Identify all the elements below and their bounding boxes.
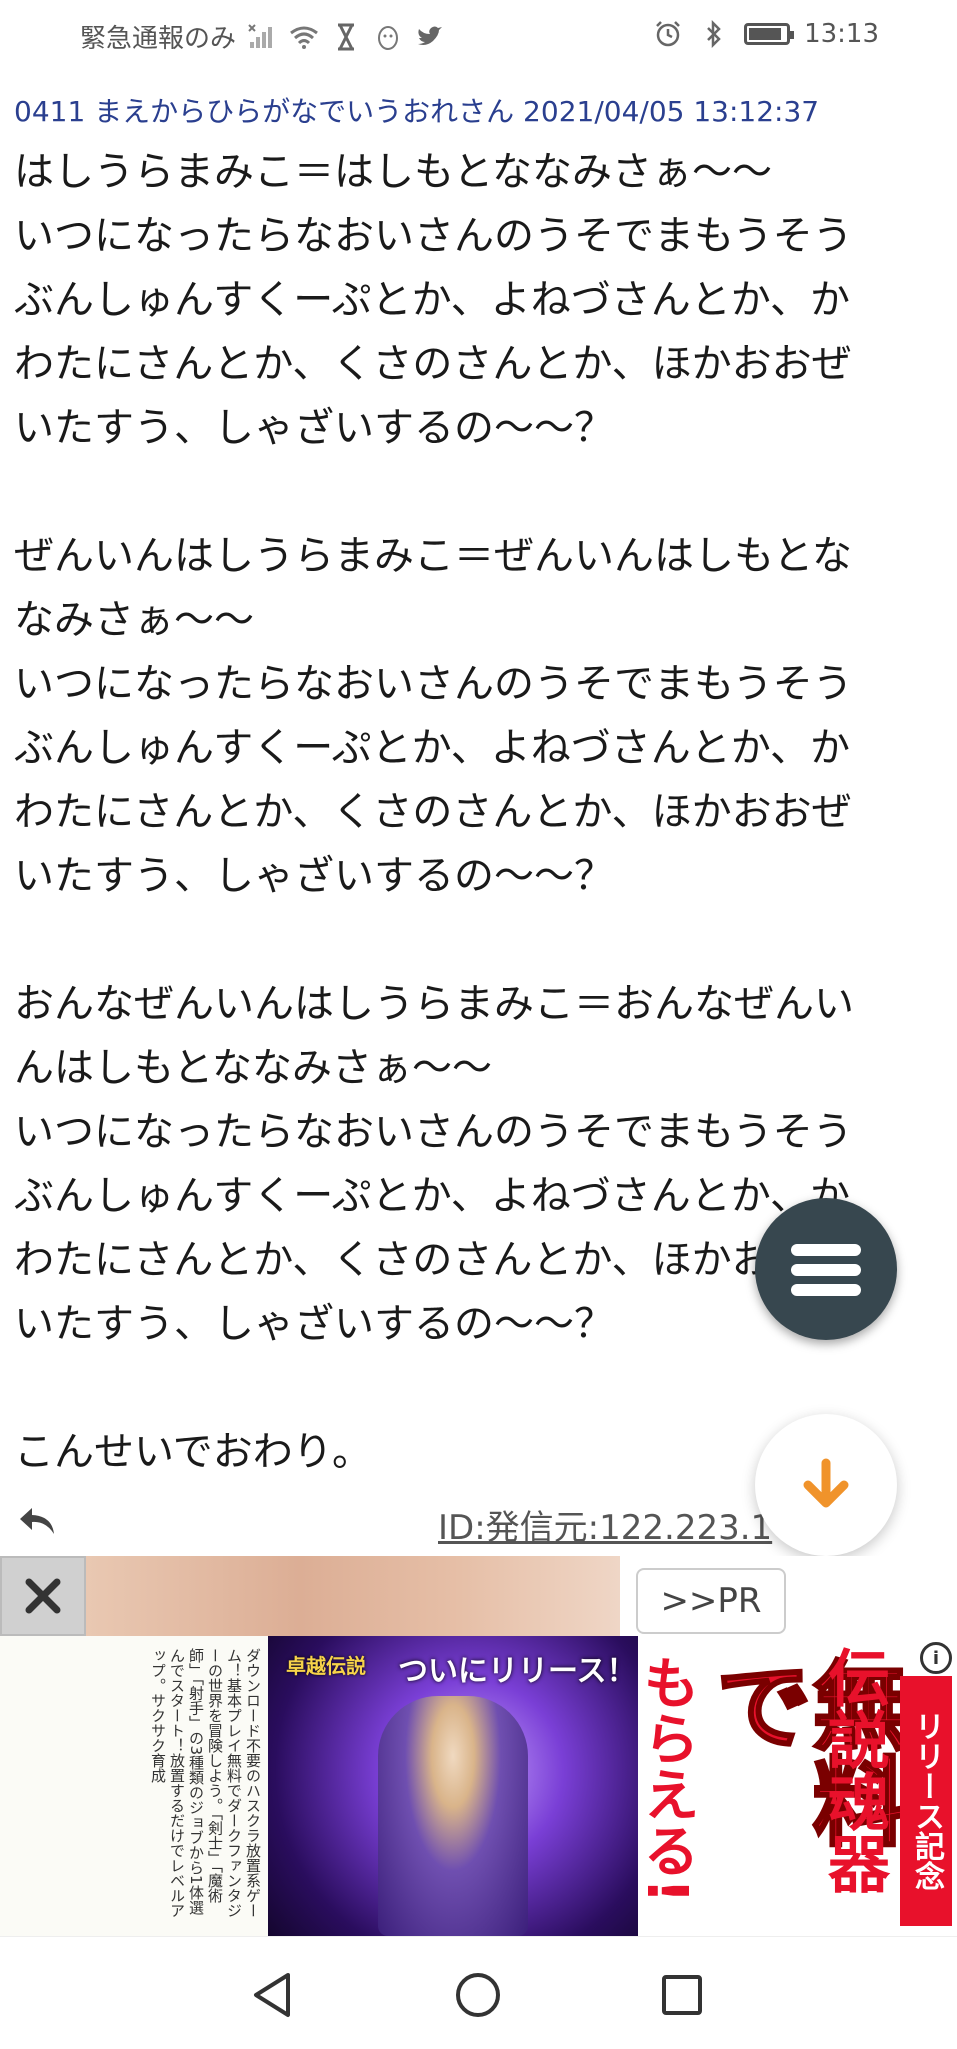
post-line: ぜんいんはしうらまみこ＝ぜんいんはしもとな bbox=[14, 533, 852, 579]
poster-id-link[interactable]: ID:発信元:122.223.1 bbox=[438, 1500, 772, 1549]
post-line: ぶんしゅんすくーぷとか、よねづさんとか、か bbox=[14, 277, 850, 323]
hamburger-icon-bar bbox=[791, 1284, 861, 1296]
reply-icon[interactable] bbox=[16, 1500, 58, 1542]
ad-banner[interactable]: ダウンロード不要のハスクラ放置系ゲーム！基本プレイ無料でダークファンタジーの世界… bbox=[0, 1636, 957, 1936]
post-line: いつになったらなおいさんのうそでまもうそう bbox=[14, 661, 853, 707]
clock-time: 13:13 bbox=[804, 19, 879, 49]
post-line: ぶんしゅんすくーぷとか、よねづさんとか、か bbox=[14, 725, 850, 771]
menu-fab-button[interactable] bbox=[755, 1198, 897, 1340]
wifi-icon bbox=[288, 21, 320, 53]
ad-commemoration-label: リリース記念 bbox=[900, 1676, 952, 1926]
ad-release-text: ついにリリース！ bbox=[398, 1654, 637, 1689]
hourglass-icon bbox=[330, 21, 362, 53]
post-line: いたすう、しゃざいするの〜〜？ bbox=[14, 405, 614, 451]
ad-game-logo: 卓越伝説 bbox=[286, 1654, 366, 1678]
recents-square-icon bbox=[662, 1975, 702, 2015]
ad-hero-character bbox=[378, 1696, 528, 1936]
recents-nav-button[interactable] bbox=[654, 1967, 710, 2023]
post-line: いつになったらなおいさんのうそでまもうそう bbox=[14, 213, 853, 259]
post-line: なみさぁ〜〜 bbox=[14, 597, 254, 643]
post-line: はしうらまみこ＝はしもとななみさぁ〜〜 bbox=[14, 149, 772, 195]
post-line: んはしもとななみさぁ〜〜 bbox=[14, 1045, 492, 1091]
post-line: いつになったらなおいさんのうそでまもうそう bbox=[14, 1109, 853, 1155]
hamburger-icon-bar bbox=[791, 1264, 861, 1276]
status-left: 緊急通報のみ bbox=[80, 18, 446, 55]
ad-promo-text: もらえる! 無料で 伝説魂器 リリース記念 i bbox=[634, 1636, 957, 1936]
post-line: わたにさんとか、くさのさんとか、ほかおおぜ bbox=[14, 789, 852, 835]
advertisement[interactable]: >>PR ダウンロード不要のハスクラ放置系ゲーム！基本プレイ無料でダークファンタ… bbox=[0, 1556, 957, 1936]
ad-photo-strip bbox=[86, 1556, 620, 1636]
back-nav-button[interactable] bbox=[244, 1967, 300, 2023]
ad-pr-button[interactable]: >>PR bbox=[636, 1568, 786, 1634]
post-header: 0411 まえからひらがなでいうおれさん 2021/04/05 13:12:37 bbox=[14, 95, 820, 128]
signal-icon bbox=[246, 21, 278, 53]
home-nav-button[interactable] bbox=[450, 1967, 506, 2023]
arrow-down-icon bbox=[803, 1458, 849, 1508]
battery-icon bbox=[744, 23, 795, 45]
ad-info-icon[interactable]: i bbox=[920, 1642, 952, 1674]
home-circle-icon bbox=[456, 1973, 500, 2017]
ad-description: ダウンロード不要のハスクラ放置系ゲーム！基本プレイ無料でダークファンタジーの世界… bbox=[0, 1636, 268, 1936]
carrier-text: 緊急通報のみ bbox=[80, 24, 237, 54]
alarm-icon bbox=[652, 18, 684, 50]
app-notification-icon bbox=[372, 21, 404, 53]
ad-legend-text: 伝説魂器 bbox=[817, 1646, 890, 1894]
system-nav-bar bbox=[0, 1936, 957, 2049]
post-line: いたすう、しゃざいするの〜〜？ bbox=[14, 853, 614, 899]
post-line: わたにさんとか、くさのさんとか、ほかおおぜ bbox=[14, 341, 852, 387]
close-icon bbox=[25, 1578, 61, 1614]
twitter-icon bbox=[414, 21, 446, 53]
back-triangle-icon bbox=[254, 1973, 290, 2017]
bluetooth-icon bbox=[698, 18, 730, 50]
ad-get-text: もらえる! bbox=[634, 1654, 699, 1904]
hamburger-icon bbox=[791, 1244, 861, 1256]
scroll-down-button[interactable] bbox=[755, 1414, 897, 1556]
status-right: 13:13 bbox=[652, 18, 879, 50]
ad-close-button[interactable] bbox=[0, 1556, 86, 1636]
ad-artwork: 卓越伝説 ついにリリース！ bbox=[268, 1636, 638, 1936]
status-bar: 緊急通報のみ 13:13 bbox=[0, 0, 957, 74]
post-line: おんなぜんいんはしうらまみこ＝おんなぜんい bbox=[14, 981, 854, 1027]
